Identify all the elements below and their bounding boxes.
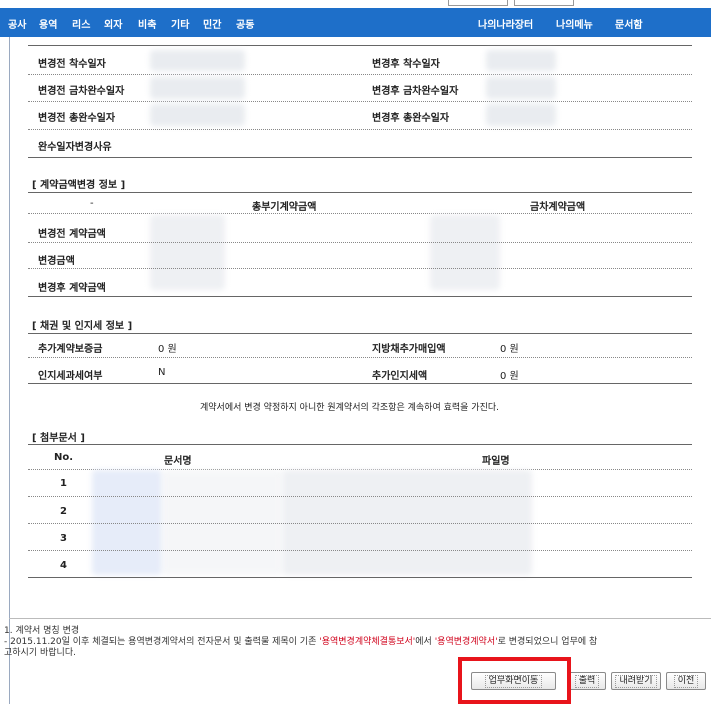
section-title-attachments: [ 첨부문서 ]	[32, 433, 85, 444]
previous-button-label: 이전	[673, 675, 699, 688]
label-local-bond: 지방채추가매입액	[372, 344, 446, 355]
row-divider	[28, 268, 692, 269]
label-after-partial: 변경후 금차완수일자	[372, 86, 459, 97]
label-completion-reason: 완수일자변경사유	[38, 142, 112, 153]
amount-col-current: 금차계약금액	[530, 202, 586, 213]
download-button[interactable]: 내려받기	[611, 672, 661, 690]
nav-item-my-naramarket[interactable]: 나의나라장터	[478, 16, 533, 31]
nav-item-joint[interactable]: 공동	[236, 16, 254, 31]
nav-item-foreign[interactable]: 외자	[104, 16, 122, 31]
table-bottom-border	[28, 577, 692, 578]
label-after-total: 변경후 총완수일자	[372, 113, 450, 124]
label-amount-after: 변경후 계약금액	[38, 283, 106, 294]
attach-row-no: 2	[60, 506, 67, 517]
value-additional-stamp: 0 원	[500, 371, 519, 382]
value-after-start	[486, 50, 556, 71]
row-divider	[28, 357, 692, 358]
value-after-partial	[486, 77, 556, 99]
notice-new-title: '용역변경계약서'	[434, 637, 498, 647]
table-bottom-border	[28, 383, 692, 384]
nav-item-private[interactable]: 민간	[203, 16, 221, 31]
row-divider	[28, 213, 692, 214]
row-divider	[28, 101, 692, 102]
row-divider	[28, 550, 692, 551]
nav-item-document-box[interactable]: 문서함	[615, 16, 643, 31]
amount-col-dash: -	[90, 198, 94, 209]
label-before-partial: 변경전 금차완수일자	[38, 86, 125, 97]
print-button-label: 출력	[574, 675, 600, 688]
row-divider	[28, 523, 692, 524]
table-top-border	[28, 192, 692, 193]
notice-body: - 2015.11.20일 이후 체결되는 용역변경계약서의 전자문서 및 출력…	[4, 637, 709, 648]
top-field-1[interactable]	[448, 0, 508, 6]
value-before-partial	[150, 77, 245, 99]
value-after-total	[486, 104, 556, 126]
notice-body-end: 고하시기 바랍니다.	[4, 648, 76, 658]
notice-old-title: '용역변경계약체결통보서'	[319, 637, 416, 647]
nav-item-lease[interactable]: 리스	[72, 16, 90, 31]
row-divider	[28, 74, 692, 75]
nav-item-stockpile[interactable]: 비축	[138, 16, 156, 31]
label-before-total: 변경전 총완수일자	[38, 113, 116, 124]
download-button-label: 내려받기	[615, 675, 657, 688]
amount-total-values	[150, 215, 225, 290]
content-frame	[9, 37, 711, 704]
label-additional-stamp: 추가인지세액	[372, 371, 428, 382]
label-stamp-tax: 인지세과세여부	[38, 371, 103, 382]
value-before-total	[150, 104, 245, 126]
notice-text: 로 변경되었으니 업무에 참	[497, 637, 598, 647]
nav-item-construction[interactable]: 공사	[8, 16, 26, 31]
attach-row-no: 1	[60, 478, 67, 489]
label-amount-before: 변경전 계약금액	[38, 229, 106, 240]
nav-item-service[interactable]: 용역	[39, 16, 57, 31]
label-before-start: 변경전 착수일자	[38, 59, 106, 70]
table-top-border	[28, 45, 692, 46]
table-bottom-border	[28, 296, 692, 297]
value-local-bond: 0 원	[500, 344, 519, 355]
value-additional-deposit: 0 원	[158, 344, 177, 355]
amount-col-total: 총부기계약금액	[252, 202, 317, 213]
highlight-box	[458, 657, 571, 704]
top-strip	[0, 0, 711, 8]
attach-row-no: 4	[60, 560, 67, 571]
notice-text: - 2015.11.20일 이후 체결되는 용역변경계약서의 전자문서 및 출력…	[4, 637, 320, 647]
nav-item-etc[interactable]: 기타	[171, 16, 189, 31]
contract-statement: 계약서에서 변경 약정하지 아니한 원계약서의 각조항은 계속하여 효력을 가진…	[200, 403, 499, 413]
notice-title: 1. 계약서 명칭 변경	[4, 626, 80, 636]
row-divider	[28, 242, 692, 243]
row-divider	[28, 129, 692, 130]
attach-col-file-name: 파일명	[482, 456, 510, 467]
section-title-amount: [ 계약금액변경 정보 ]	[32, 180, 126, 191]
notes-divider	[9, 618, 711, 619]
label-additional-deposit: 추가계약보증금	[38, 344, 103, 355]
previous-button[interactable]: 이전	[666, 672, 706, 690]
attach-row-no: 3	[60, 533, 67, 544]
top-field-2[interactable]	[514, 0, 574, 6]
nav-item-my-menu[interactable]: 나의메뉴	[556, 16, 593, 31]
table-top-border	[28, 444, 692, 445]
attach-col-doc-name: 문서명	[164, 456, 192, 467]
value-stamp-tax: N	[158, 367, 166, 378]
value-before-start	[150, 50, 245, 71]
section-title-bond: [ 채권 및 인지세 정보 ]	[32, 321, 133, 332]
label-after-start: 변경후 착수일자	[372, 59, 440, 70]
row-divider	[28, 496, 692, 497]
main-nav: 공사 용역 리스 외자 비축 기타 민간 공동 나의나라장터 나의메뉴 문서함	[0, 8, 711, 37]
print-button[interactable]: 출력	[568, 672, 606, 690]
notice-text: 에서	[415, 637, 435, 647]
label-amount-change: 변경금액	[38, 256, 75, 267]
table-top-border	[28, 333, 692, 334]
attach-col-no: No.	[54, 452, 74, 463]
table-bottom-border	[28, 157, 692, 158]
amount-current-values	[430, 215, 500, 290]
